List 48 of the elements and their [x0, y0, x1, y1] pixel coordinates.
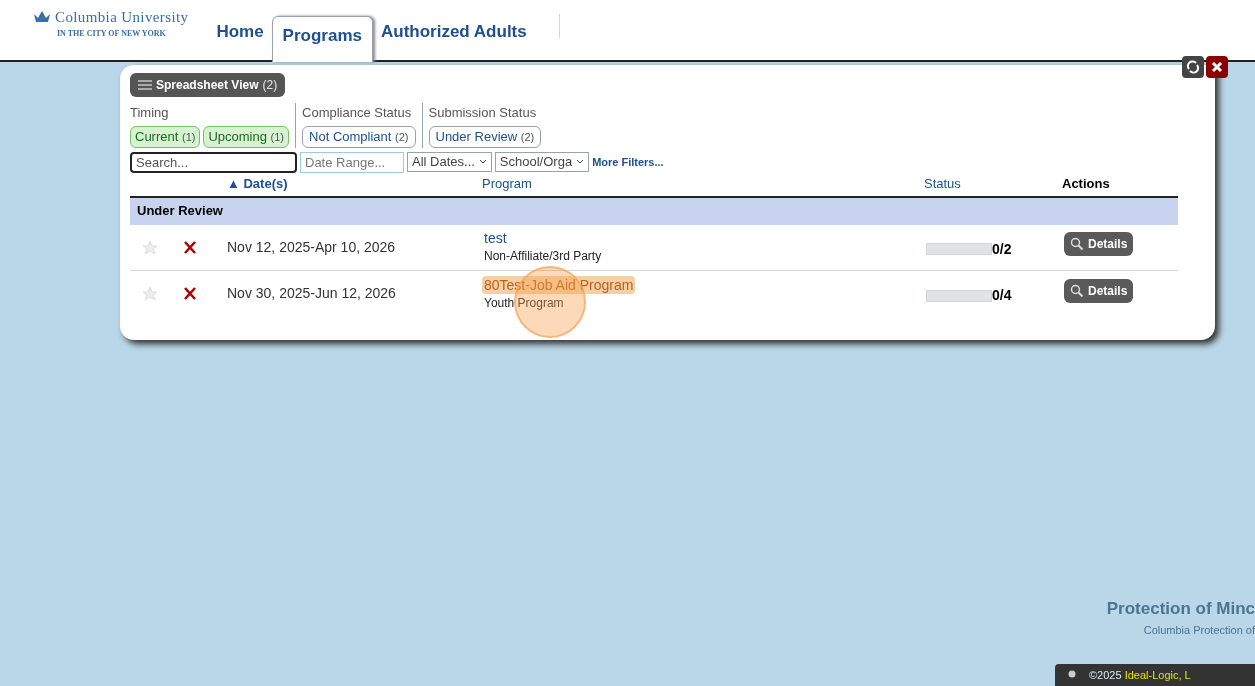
- details-button[interactable]: Details: [1064, 232, 1134, 256]
- footer-title: Protection of Minc: [1106, 598, 1255, 620]
- logo-tagline: IN THE CITY OF NEW YORK: [57, 28, 167, 40]
- date-range-text: Nov 12, 2025-Apr 10, 2026: [227, 237, 397, 257]
- company-link[interactable]: Ideal-Logic, L: [1124, 668, 1191, 681]
- nav-tab[interactable]: Authorized Adults: [373, 18, 535, 60]
- chevron-down-icon: [576, 159, 585, 165]
- date-range-field[interactable]: Date Range...: [300, 151, 404, 173]
- filter-chip[interactable]: Current (1): [130, 125, 201, 148]
- spreadsheet-view-button[interactable]: Spreadsheet View (2): [130, 73, 286, 97]
- program-link[interactable]: test: [484, 229, 507, 247]
- date-range-text: Nov 30, 2025-Jun 12, 2026: [227, 284, 397, 303]
- progress-text: 0/4: [992, 286, 1013, 305]
- search-field[interactable]: Search...: [130, 151, 297, 173]
- filter-group-title: Timing: [130, 104, 170, 122]
- star-icon[interactable]: [142, 286, 158, 301]
- search-icon: [1070, 283, 1084, 298]
- filter-chip[interactable]: Upcoming (1): [203, 125, 290, 148]
- column-header[interactable]: ▲ Date(s): [227, 174, 482, 194]
- delete-icon[interactable]: [184, 240, 196, 254]
- filter-chip[interactable]: Not Compliant (2): [302, 125, 416, 148]
- details-button[interactable]: Details: [1064, 278, 1134, 303]
- star-icon[interactable]: [142, 239, 158, 255]
- refresh-icon[interactable]: [1182, 56, 1204, 78]
- search-icon: [1070, 237, 1084, 251]
- crown-icon: [33, 9, 51, 24]
- dates-dropdown[interactable]: All Dates...: [407, 152, 492, 172]
- filter-chip[interactable]: Under Review (2): [428, 125, 542, 148]
- chevron-down-icon: [478, 159, 487, 165]
- copyright-text: ©2025: [1089, 668, 1122, 681]
- close-icon[interactable]: [1206, 56, 1228, 78]
- progress-text: 0/2: [992, 239, 1013, 259]
- delete-icon[interactable]: [184, 287, 196, 300]
- footer-subtitle: Columbia Protection of: [1143, 622, 1255, 638]
- filter-group-title: Submission Status: [428, 104, 538, 122]
- logo-name: Columbia University: [55, 7, 189, 27]
- group-header: Under Review: [137, 202, 223, 221]
- filter-group-title: Compliance Status: [302, 104, 413, 122]
- school-dropdown[interactable]: School/Orga: [494, 152, 590, 172]
- nav-tab[interactable]: Home: [208, 18, 272, 60]
- program-type: Youth Program: [484, 294, 564, 312]
- column-header[interactable]: Program: [482, 174, 924, 194]
- column-header[interactable]: Actions: [1062, 174, 1110, 194]
- column-header[interactable]: Status: [924, 174, 1062, 194]
- nav-tab[interactable]: Programs: [271, 15, 373, 62]
- menu-icon: [138, 80, 152, 90]
- program-type: Non-Affiliate/3rd Party: [484, 248, 602, 265]
- more-filters-link[interactable]: More Filters...: [592, 153, 664, 171]
